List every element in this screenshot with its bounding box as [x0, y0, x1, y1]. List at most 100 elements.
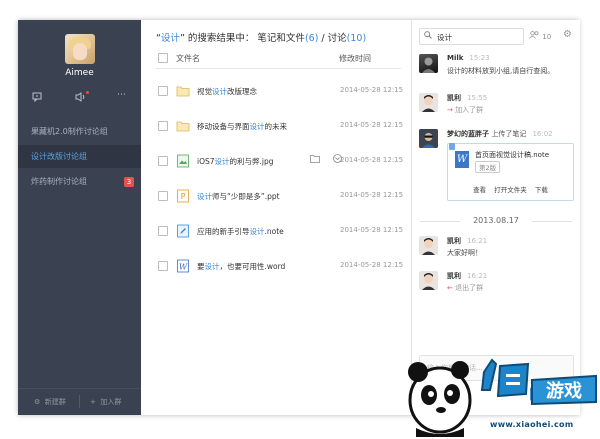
plus-icon: + [90, 398, 96, 406]
members-icon [529, 31, 542, 41]
members-button[interactable]: 10 [529, 31, 551, 41]
avatar[interactable] [419, 271, 438, 290]
file-row[interactable]: 视觉设计改版理念 2014-05-28 12:15 [156, 74, 404, 109]
username: Aimee [65, 68, 94, 78]
sidebar-footer: ⚙ 新建群 + 加入群 [18, 388, 141, 415]
note-version: 第2版 [475, 161, 501, 173]
group-item-active[interactable]: 设计改版讨论组 [18, 145, 141, 168]
system-message: ← 退出了群 [447, 284, 484, 292]
file-time: 2014-05-28 12:15 [340, 86, 404, 94]
date-separator: 2013.08.17 [420, 216, 572, 226]
avatar[interactable] [419, 236, 438, 255]
search-results-panel: “设计” 的搜索结果中： 笔记和文件(6) / 讨论(10) 文件名 修改时间 … [141, 20, 410, 415]
join-group-label: 加入群 [100, 398, 122, 406]
join-group-button[interactable]: + 加入群 [90, 397, 121, 407]
group-item[interactable]: 炸药制作讨论组 3 [18, 170, 141, 193]
avatar[interactable] [419, 129, 438, 148]
results-title: “设计” 的搜索结果中： 笔记和文件(6) / 讨论(10) [156, 33, 367, 44]
settings-icon[interactable]: ⚙ [563, 29, 572, 40]
select-all-checkbox[interactable] [158, 53, 168, 63]
file-time: 2014-05-28 12:15 [340, 121, 404, 129]
file-time: 2014-05-28 12:15 [340, 226, 404, 234]
group-list: 果藏机2.0制作讨论组 设计改版讨论组 炸药制作讨论组 3 [18, 120, 141, 195]
group-item[interactable]: 果藏机2.0制作讨论组 [18, 120, 141, 143]
svg-text:P: P [181, 192, 186, 201]
svg-text:游戏: 游戏 [546, 380, 582, 402]
file-name: iOS7设计的利与弊.jpg [197, 157, 274, 166]
note-actions: 查看 打开文件夹 下载 [448, 184, 573, 194]
unread-badge: 3 [124, 177, 134, 187]
file-time: 2014-05-28 12:15 [340, 191, 404, 199]
row-checkbox[interactable] [158, 191, 168, 201]
file-name: 要设计，也要可用性.word [197, 262, 286, 271]
group-label: 炸药制作讨论组 [31, 177, 87, 186]
image-file-icon [177, 154, 189, 168]
file-row[interactable]: W 要设计，也要可用性.word 2014-05-28 12:15 [156, 249, 404, 284]
ppt-file-icon: P [177, 189, 189, 203]
open-folder-icon[interactable] [310, 155, 323, 165]
list-header: 文件名 修改时间 [156, 48, 401, 69]
folder-icon [176, 86, 190, 97]
message-text: 设计的材料放到小组,请自行查阅。 [447, 67, 555, 75]
user-avatar[interactable] [65, 34, 95, 64]
avatar[interactable] [419, 54, 438, 73]
note-title: 首页面视觉设计稿.note [475, 151, 549, 159]
column-filename[interactable]: 文件名 [176, 53, 200, 64]
file-time: 2014-05-28 12:15 [340, 261, 404, 269]
sender-name: Milk 15:23 [447, 54, 490, 62]
view-link[interactable]: 查看 [473, 186, 486, 194]
file-name: 应用的新手引导设计.note [197, 227, 284, 236]
row-checkbox[interactable] [158, 121, 168, 131]
word-file-icon: W [455, 151, 469, 168]
sender-name: 梦幻的蓝胖子 上传了笔记 16:02 [447, 130, 553, 138]
folder-icon [176, 121, 190, 132]
message-icon[interactable] [32, 92, 42, 105]
file-row[interactable]: iOS7设计的利与弊.jpg 2014-05-28 12:15 [156, 144, 404, 179]
watermark-url: www.xiaohei.com [490, 420, 574, 429]
chat-search-value: 设计 [437, 33, 452, 42]
new-group-icon: ⚙ [34, 398, 41, 406]
discuss-tab[interactable]: 讨论(10) [328, 33, 367, 44]
file-name: 移动设备与界面设计的未来 [197, 122, 287, 131]
note-pin-icon [449, 143, 455, 150]
file-name: 设计师与“少即是多”.ppt [197, 192, 280, 201]
row-checkbox[interactable] [158, 226, 168, 236]
search-icon [424, 31, 432, 41]
note-file-icon [177, 224, 189, 238]
row-actions [310, 154, 342, 165]
system-message: → 加入了群 [447, 106, 484, 114]
row-checkbox[interactable] [158, 261, 168, 271]
footer-divider [79, 395, 80, 408]
sidebar-toolbar: ⋯ [18, 90, 141, 105]
message-text: 大家好啊！ [447, 249, 482, 257]
member-count: 10 [542, 33, 552, 41]
file-row[interactable]: 应用的新手引导设计.note 2014-05-28 12:15 [156, 214, 404, 249]
new-group-label: 新建群 [44, 398, 66, 406]
notes-tab[interactable]: 笔记和文件(6) [257, 33, 318, 44]
file-name: 视觉设计改版理念 [197, 87, 257, 96]
row-checkbox[interactable] [158, 86, 168, 96]
word-file-icon: W [177, 259, 189, 273]
download-link[interactable]: 下载 [535, 186, 548, 194]
sidebar: Aimee ⋯ 果藏机2.0制作讨论组 设计改版讨论组 炸药制作讨论组 3 ⚙ 新… [18, 20, 141, 415]
watermark-logo: 游戏 www.xiaohei.com [396, 350, 600, 437]
new-group-button[interactable]: ⚙ 新建群 [34, 397, 66, 407]
open-folder-link[interactable]: 打开文件夹 [494, 186, 527, 194]
row-checkbox[interactable] [158, 156, 168, 166]
sender-name: 凯利 16:21 [447, 237, 488, 245]
group-label: 果藏机2.0制作讨论组 [31, 127, 108, 136]
shared-note-card[interactable]: W 首页面视觉设计稿.note 第2版 查看 打开文件夹 下载 [447, 143, 574, 201]
avatar[interactable] [419, 93, 438, 112]
file-row[interactable]: 移动设备与界面设计的未来 2014-05-28 12:15 [156, 109, 404, 144]
column-modified[interactable]: 修改时间 [339, 53, 371, 64]
sender-name: 凯利 15:55 [447, 94, 488, 102]
file-row[interactable]: P 设计师与“少即是多”.ppt 2014-05-28 12:15 [156, 179, 404, 214]
search-keyword: 设计 [160, 33, 180, 44]
more-icon[interactable]: ⋯ [117, 90, 126, 100]
group-label: 设计改版讨论组 [31, 152, 87, 161]
sender-name: 凯利 16:21 [447, 272, 488, 280]
speaker-icon[interactable] [75, 91, 89, 105]
file-time: 2014-05-28 12:15 [340, 156, 404, 164]
svg-text:W: W [179, 263, 188, 272]
chat-search-input[interactable]: 设计 [419, 28, 524, 45]
